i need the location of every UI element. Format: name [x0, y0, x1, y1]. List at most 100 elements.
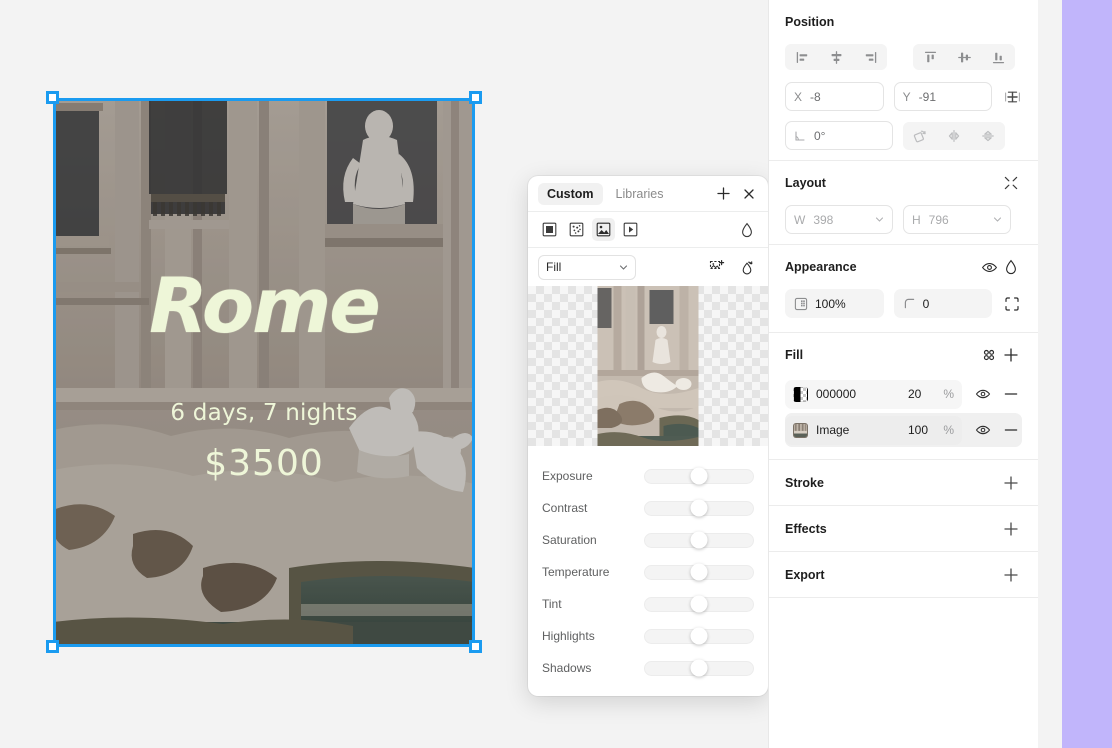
export-section[interactable]: Export	[769, 552, 1038, 598]
slider-knob[interactable]	[690, 467, 708, 485]
properties-panel: Position X -8 Y -91 0° Layout W 398 H 79…	[768, 0, 1038, 748]
horizontal-align-group	[785, 44, 887, 70]
fill-row-actions	[962, 383, 1022, 405]
noise-fill-icon[interactable]	[565, 218, 588, 241]
image-preview[interactable]	[528, 286, 768, 446]
height-input[interactable]: H 796	[903, 205, 1011, 234]
rotation-input[interactable]: 0°	[785, 121, 893, 150]
color-swatch-icon[interactable]	[793, 386, 808, 402]
artboard-rome-card[interactable]: Rome 6 days, 7 nights $3500	[53, 98, 475, 647]
slider-label: Tint	[542, 597, 562, 611]
add-stroke-icon[interactable]	[1000, 472, 1022, 494]
fill-opacity-unit: %	[943, 387, 954, 401]
add-effect-icon[interactable]	[1000, 518, 1022, 540]
remove-fill-icon[interactable]	[1000, 419, 1022, 441]
tab-custom[interactable]: Custom	[538, 182, 603, 205]
appearance-row: 100% 0	[785, 289, 1022, 332]
flip-horizontal-icon[interactable]	[937, 122, 971, 150]
align-center-vertical-icon[interactable]	[947, 44, 981, 70]
remove-fill-icon[interactable]	[1000, 383, 1022, 405]
collapse-icon[interactable]	[1000, 172, 1022, 194]
individual-corners-icon[interactable]	[1002, 293, 1022, 315]
eyedropper-icon[interactable]	[736, 219, 758, 241]
image-fill-icon[interactable]	[592, 218, 615, 241]
corner-radius-icon	[904, 298, 914, 309]
fill-opacity-value: 100	[908, 423, 929, 437]
slider-knob[interactable]	[690, 627, 708, 645]
slider-knob[interactable]	[690, 595, 708, 613]
add-export-icon[interactable]	[1000, 564, 1022, 586]
flip-vertical-icon[interactable]	[971, 122, 1005, 150]
highlights-slider[interactable]	[644, 627, 754, 645]
image-fill-panel: Custom Libraries Fill Exposure Contrast …	[528, 176, 768, 696]
eye-icon[interactable]	[972, 383, 994, 405]
image-fit-select[interactable]: Fill	[538, 254, 636, 280]
align-bottom-icon[interactable]	[981, 44, 1015, 70]
chevron-down-icon	[875, 217, 884, 222]
eye-icon[interactable]	[978, 256, 1000, 278]
fill-color-value: 000000	[816, 387, 857, 401]
align-center-horizontal-icon[interactable]	[819, 44, 853, 70]
resize-handle-top-right[interactable]	[469, 91, 482, 104]
image-preview-thumbnail	[597, 286, 699, 446]
add-auto-layout-icon[interactable]	[1002, 86, 1022, 108]
align-top-icon[interactable]	[913, 44, 947, 70]
fill-row-image[interactable]: Image 100 %	[785, 413, 1022, 447]
align-right-icon[interactable]	[853, 44, 887, 70]
stroke-section[interactable]: Stroke	[769, 460, 1038, 506]
height-label: H	[912, 212, 921, 227]
tint-slider[interactable]	[644, 595, 754, 613]
saturation-slider[interactable]	[644, 531, 754, 549]
chevron-down-icon	[619, 264, 628, 270]
reset-adjustments-icon[interactable]	[736, 256, 758, 278]
opacity-input[interactable]: 100%	[785, 289, 884, 318]
image-fit-row: Fill	[528, 248, 768, 286]
shadows-slider[interactable]	[644, 659, 754, 677]
contrast-slider[interactable]	[644, 499, 754, 517]
slider-knob[interactable]	[690, 499, 708, 517]
eye-icon[interactable]	[972, 419, 994, 441]
corner-radius-value: 0	[922, 296, 930, 311]
fill-color-swatch-row[interactable]: 000000	[785, 379, 900, 409]
image-swatch-icon[interactable]	[793, 422, 808, 438]
transform-group	[903, 121, 1005, 150]
fill-color-opacity[interactable]: 20 %	[900, 379, 962, 409]
resize-handle-top-left[interactable]	[46, 91, 59, 104]
slider-knob[interactable]	[690, 659, 708, 677]
temperature-slider[interactable]	[644, 563, 754, 581]
appearance-header: Appearance	[785, 245, 1022, 289]
slider-knob[interactable]	[690, 531, 708, 549]
fill-image-opacity[interactable]: 100 %	[900, 415, 962, 445]
replace-image-icon[interactable]	[706, 256, 728, 278]
corner-radius-input[interactable]: 0	[893, 289, 993, 318]
fill-row-color[interactable]: 000000 20 %	[785, 377, 1022, 411]
app-root: Rome 6 days, 7 nights $3500 Custom Libra…	[0, 0, 1112, 748]
x-position-input[interactable]: X -8	[785, 82, 884, 111]
tab-libraries[interactable]: Libraries	[607, 183, 673, 205]
slider-row: Saturation	[542, 524, 754, 556]
solid-fill-icon[interactable]	[538, 218, 561, 241]
y-position-input[interactable]: Y -91	[893, 82, 993, 111]
width-input[interactable]: W 398	[785, 205, 893, 234]
layout-section: Layout W 398 H 796	[769, 161, 1038, 245]
align-left-icon[interactable]	[785, 44, 819, 70]
resize-handle-bottom-right[interactable]	[469, 640, 482, 653]
slider-label: Exposure	[542, 469, 593, 483]
add-icon[interactable]	[712, 183, 734, 205]
dimension-row: W 398 H 796	[785, 205, 1022, 244]
video-fill-icon[interactable]	[619, 218, 642, 241]
resize-handle-bottom-left[interactable]	[46, 640, 59, 653]
blend-mode-icon[interactable]	[1000, 256, 1022, 278]
effects-section[interactable]: Effects	[769, 506, 1038, 552]
fill-opacity-value: 20	[908, 387, 922, 401]
slider-knob[interactable]	[690, 563, 708, 581]
fill-styles-icon[interactable]	[978, 344, 1000, 366]
rotation-row: 0°	[785, 121, 1022, 160]
close-icon[interactable]	[738, 183, 760, 205]
chevron-down-icon	[993, 217, 1002, 222]
fill-section: Fill 000000 20 % Image 100 %	[769, 333, 1038, 460]
rotate-icon[interactable]	[903, 122, 937, 150]
add-fill-icon[interactable]	[1000, 344, 1022, 366]
exposure-slider[interactable]	[644, 467, 754, 485]
fill-image-swatch-row[interactable]: Image	[785, 415, 900, 445]
